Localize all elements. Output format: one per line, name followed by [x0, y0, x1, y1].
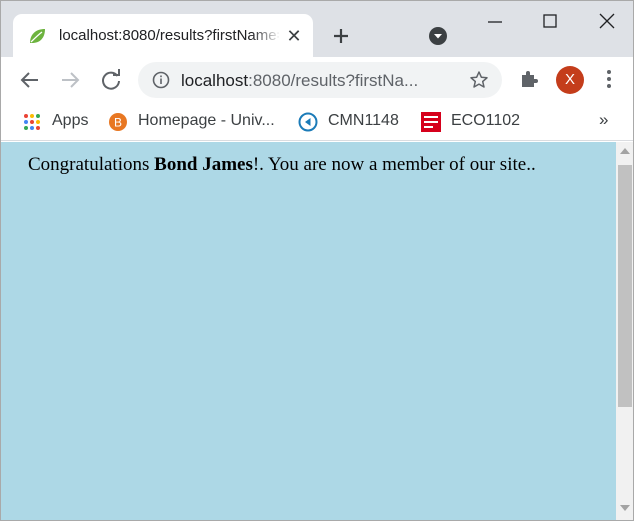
extensions-puzzle-icon[interactable] — [518, 68, 540, 90]
scroll-down-arrow-icon[interactable] — [620, 505, 630, 511]
tab-title-fade — [251, 24, 281, 48]
message-suffix: !. You are now a member of our site.. — [252, 154, 536, 175]
bookmark-label: Apps — [52, 112, 89, 129]
tab-close-button[interactable]: ✕ — [283, 25, 305, 47]
bookmark-label: CMN1148 — [328, 112, 399, 129]
browser-tab[interactable]: localhost:8080/results?firstName=Bond&la… — [13, 14, 313, 57]
profile-avatar[interactable]: X — [556, 66, 584, 94]
reload-icon[interactable] — [97, 66, 125, 94]
message-prefix: Congratulations — [28, 154, 155, 175]
play-circle-icon — [298, 112, 318, 132]
vertical-scrollbar[interactable] — [616, 142, 633, 520]
close-icon[interactable] — [595, 9, 619, 33]
site-info-icon[interactable] — [152, 71, 170, 89]
apps-grid-icon — [24, 114, 40, 130]
congratulations-message: Congratulations Bond James!. You are now… — [28, 154, 536, 176]
scroll-up-arrow-icon[interactable] — [620, 148, 630, 154]
bookmarks-overflow-button[interactable]: » — [599, 110, 608, 130]
maximize-icon[interactable] — [538, 9, 562, 33]
bookmark-label: Homepage - Univ... — [138, 112, 275, 129]
url-path: :8080/results?firstNa... — [248, 71, 419, 90]
page-content: Congratulations Bond James!. You are now… — [1, 142, 616, 520]
spring-leaf-icon — [30, 29, 45, 43]
mcgraw-hill-icon — [421, 112, 441, 132]
bookmark-cmn1148[interactable]: CMN1148 — [298, 111, 408, 133]
bookmark-label: ECO1102 — [451, 112, 521, 129]
scroll-thumb[interactable] — [618, 165, 632, 407]
more-menu-icon[interactable] — [599, 68, 619, 90]
bookmarks-bar: Apps B Homepage - Univ... CMN1148 ECO110… — [1, 103, 633, 141]
browser-toolbar: localhost:8080/results?firstNa... X — [1, 57, 633, 103]
brightspace-icon: B — [109, 113, 127, 131]
url-text[interactable]: localhost:8080/results?firstNa... — [181, 71, 461, 91]
member-name: Bond James — [154, 154, 253, 175]
back-arrow-icon[interactable] — [16, 66, 44, 94]
tab-strip: localhost:8080/results?firstName=Bond&la… — [1, 1, 633, 57]
browser-window: localhost:8080/results?firstName=Bond&la… — [0, 0, 634, 521]
tab-search-icon[interactable] — [427, 25, 449, 47]
bookmark-eco1102[interactable]: ECO1102 — [421, 111, 526, 133]
bookmark-homepage[interactable]: B Homepage - Univ... — [108, 111, 283, 133]
url-host: localhost — [181, 71, 249, 90]
new-tab-plus-icon[interactable] — [327, 22, 355, 50]
tab-title: localhost:8080/results?firstName=Bond&la… — [59, 27, 279, 44]
bookmark-apps[interactable]: Apps — [22, 111, 94, 133]
minimize-icon[interactable] — [483, 9, 507, 33]
address-bar[interactable]: localhost:8080/results?firstNa... — [138, 62, 502, 98]
bookmark-star-icon[interactable] — [469, 70, 489, 90]
svg-text:B: B — [114, 116, 122, 130]
forward-arrow-icon[interactable] — [56, 66, 84, 94]
